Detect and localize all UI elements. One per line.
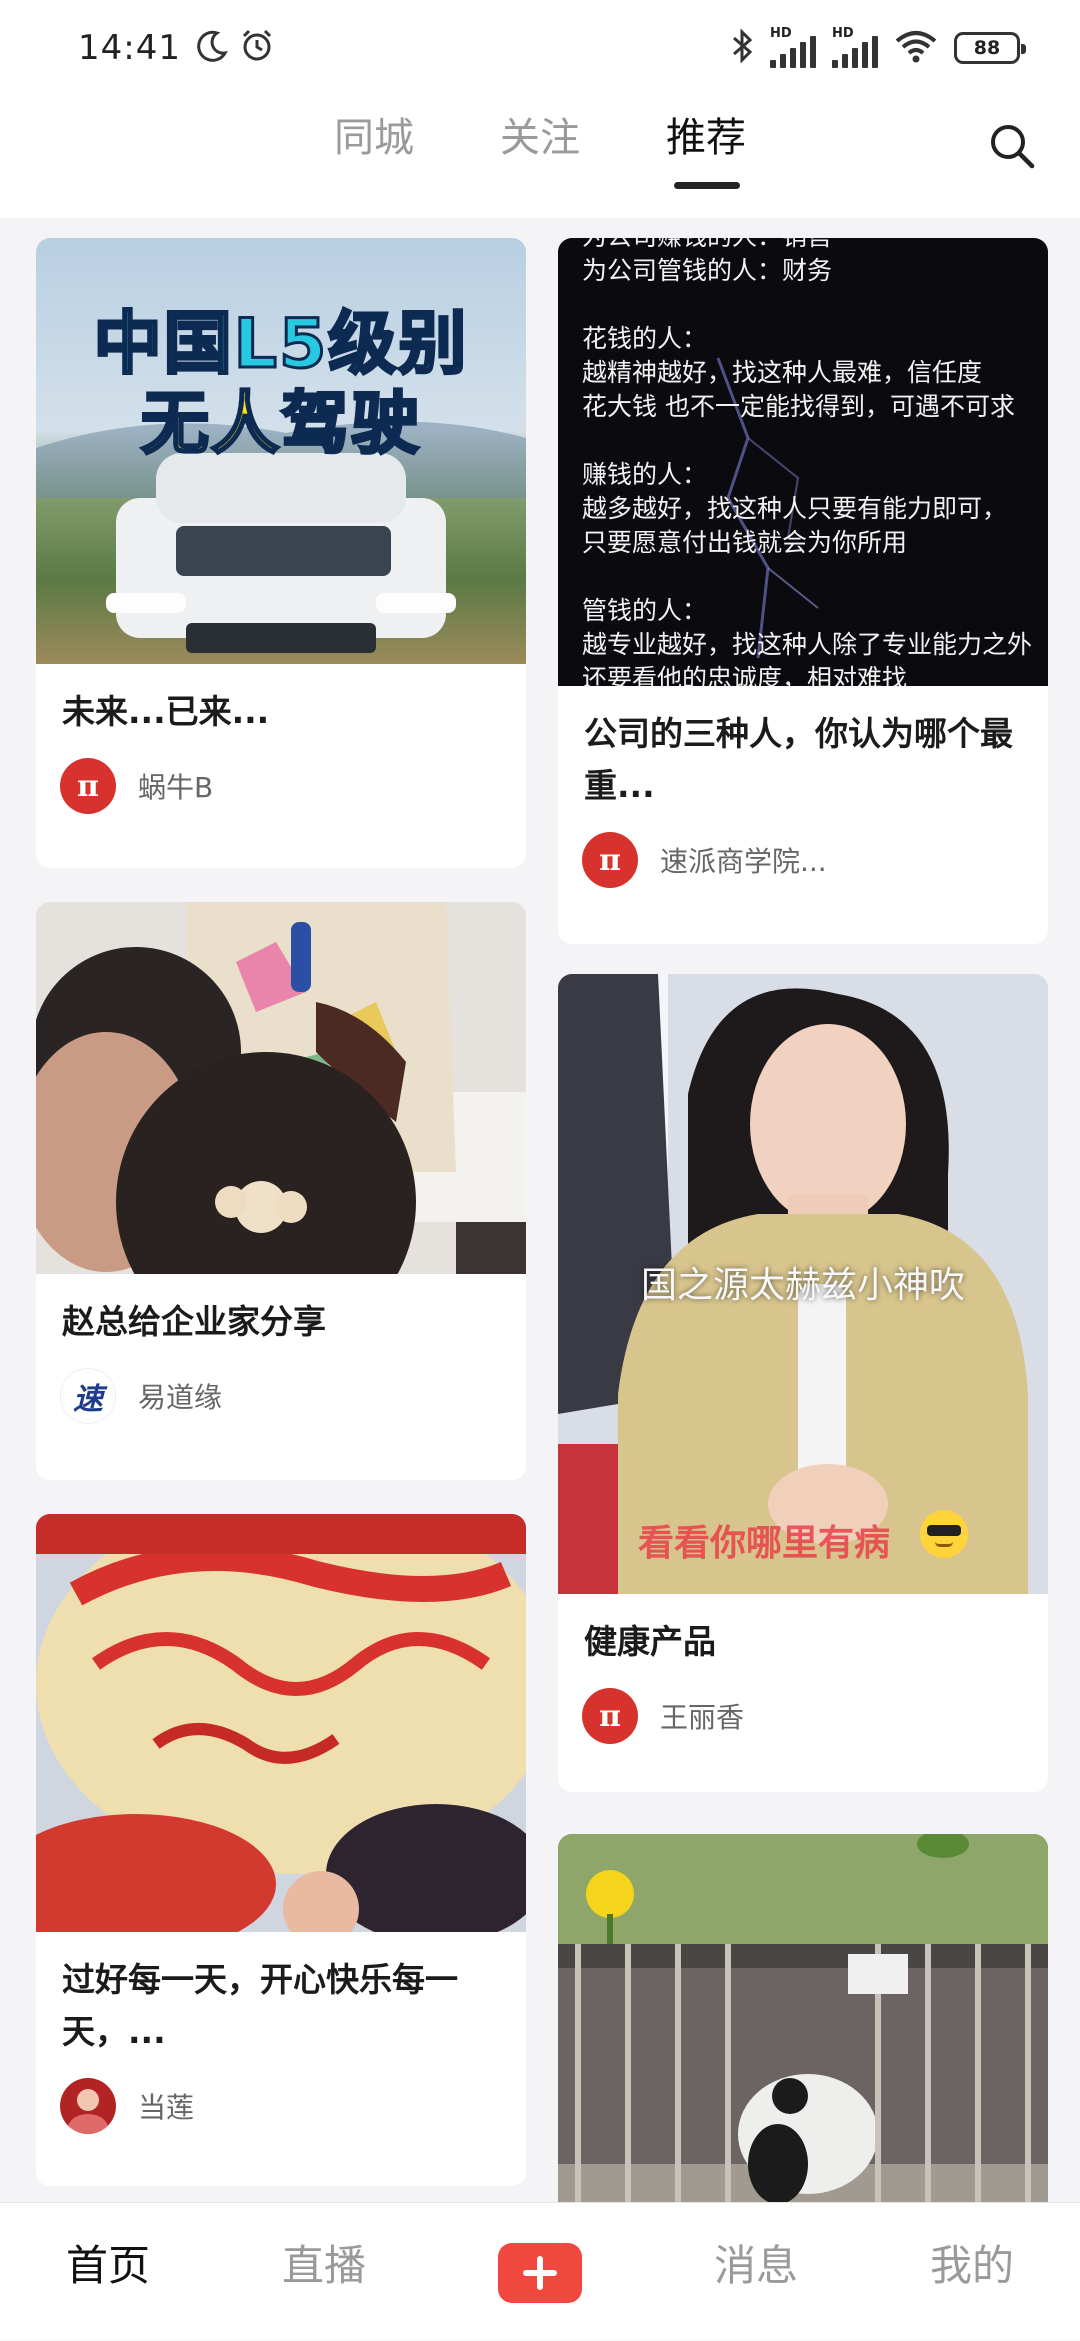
card-thumbnail <box>36 902 526 1274</box>
pi-logo-icon: π <box>599 842 621 878</box>
card-thumbnail: 国之源太赫兹小神吹 看看你哪里有病 <box>558 974 1048 1594</box>
card-title: 过好每一天，开心快乐每一天，... <box>62 1960 458 2051</box>
feed: 中国L5级别 无人驾驶 未来...已来... π 蜗牛B 赵总给企业家分享 速 … <box>0 218 1080 2202</box>
user-photo-icon <box>68 2089 108 2134</box>
avatar: π <box>582 1688 638 1744</box>
card-thumbnail: 为公司赚钱的人：销售 为公司管钱的人：财务 花钱的人： 越精神越好，找这种人最难… <box>558 238 1048 686</box>
feed-card[interactable]: 赵总给企业家分享 速 易道缘 <box>36 902 526 1480</box>
feed-card[interactable]: 中国L5级别 无人驾驶 未来...已来... π 蜗牛B <box>36 238 526 868</box>
active-tab-indicator <box>674 182 740 189</box>
bluetooth-icon <box>730 28 754 68</box>
nav-messages[interactable]: 消息 <box>676 2203 836 2341</box>
signal-icon: HD <box>770 26 816 68</box>
card-thumbnail <box>36 1514 526 1932</box>
battery-level: 88 <box>973 37 1001 59</box>
search-button[interactable] <box>984 118 1040 174</box>
pi-logo-icon: π <box>77 768 99 804</box>
thumbnail-caption: 无人驾驶 <box>139 384 421 466</box>
avatar: 速 <box>60 1368 116 1424</box>
avatar: π <box>582 832 638 888</box>
author-name: 速派商学院... <box>660 845 827 878</box>
pi-logo-icon: π <box>599 1698 621 1734</box>
avatar: π <box>60 758 116 814</box>
hd-label: HD <box>770 26 792 41</box>
thumbnail-caption: 看看你哪里有病 <box>638 1523 891 1564</box>
speed-logo-icon: 速 <box>73 1382 103 1417</box>
card-author[interactable]: π 王丽香 <box>558 1688 1048 1744</box>
moon-icon <box>195 29 229 67</box>
thumbnail-caption: 国之源太赫兹小神吹 <box>640 1265 965 1306</box>
battery-icon: 88 <box>954 32 1026 64</box>
thumbnail-text: 为公司赚钱的人：销售 为公司管钱的人：财务 花钱的人： 越精神越好，找这种人最难… <box>582 238 1033 686</box>
author-name: 当莲 <box>138 2091 195 2124</box>
emoji-sunglasses-icon <box>920 1510 968 1558</box>
card-thumbnail: 中国L5级别 无人驾驶 <box>36 238 526 664</box>
alarm-icon <box>239 28 275 68</box>
card-title: 公司的三种人，你认为哪个最重... <box>584 714 1013 805</box>
nav-live[interactable]: 直播 <box>244 2203 404 2341</box>
feed-card[interactable] <box>558 1834 1048 2202</box>
wifi-icon <box>894 28 938 68</box>
feed-card[interactable]: 国之源太赫兹小神吹 看看你哪里有病 健康产品 π 王丽香 <box>558 974 1048 1792</box>
avatar <box>60 2078 116 2134</box>
search-icon <box>991 125 1035 169</box>
status-time: 14:41 <box>78 28 181 68</box>
tab-same-city[interactable]: 同城 <box>334 108 414 168</box>
feed-card[interactable]: 为公司赚钱的人：销售 为公司管钱的人：财务 花钱的人： 越精神越好，找这种人最难… <box>558 238 1048 944</box>
card-author[interactable]: π 蜗牛B <box>36 758 526 814</box>
plus-icon <box>523 2256 557 2290</box>
card-title: 赵总给企业家分享 <box>62 1302 326 1341</box>
signal-icon: HD <box>832 26 878 68</box>
feed-card[interactable]: 过好每一天，开心快乐每一天，... 当莲 <box>36 1514 526 2186</box>
create-post-button[interactable] <box>498 2243 582 2303</box>
author-name: 王丽香 <box>660 1701 745 1734</box>
card-thumbnail <box>558 1834 1048 2202</box>
nav-home[interactable]: 首页 <box>28 2203 188 2341</box>
hd-label: HD <box>832 26 854 41</box>
tab-recommend[interactable]: 推荐 <box>666 108 746 168</box>
author-name: 易道缘 <box>138 1381 223 1414</box>
card-author[interactable]: 速 易道缘 <box>36 1368 526 1424</box>
card-title: 未来...已来... <box>62 692 270 731</box>
tab-following[interactable]: 关注 <box>500 108 580 168</box>
nav-profile[interactable]: 我的 <box>892 2203 1052 2341</box>
author-name: 蜗牛B <box>138 771 214 804</box>
status-bar: 14:41 HD HD 88 <box>0 0 1080 96</box>
bottom-nav: 首页 直播 消息 我的 <box>0 2202 1080 2340</box>
top-nav: 同城 关注 推荐 <box>0 96 1080 218</box>
card-author[interactable]: π 速派商学院... <box>558 832 1048 888</box>
card-author[interactable]: 当莲 <box>36 2078 526 2134</box>
card-title: 健康产品 <box>584 1622 716 1661</box>
